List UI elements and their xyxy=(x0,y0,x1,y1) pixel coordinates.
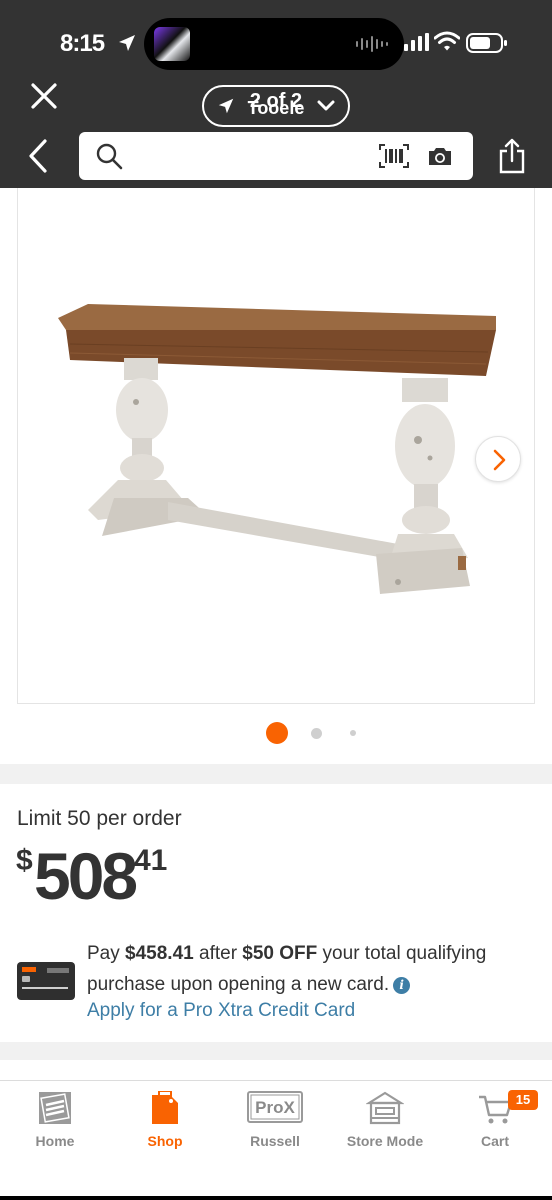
search-bar[interactable] xyxy=(79,132,473,180)
now-playing-artwork xyxy=(154,27,190,61)
product-page: 8:15 Tooele 2 of 2 Limit 50 per order $ … xyxy=(0,0,552,1200)
nav-store-mode[interactable]: Store Mode xyxy=(330,1081,440,1161)
price-dollars: 508 xyxy=(34,839,138,913)
chevron-left-icon[interactable] xyxy=(26,138,50,174)
camera-icon[interactable] xyxy=(427,145,453,167)
carousel-dot-active[interactable] xyxy=(266,722,288,744)
apply-credit-card-link[interactable]: Apply for a Pro Xtra Credit Card xyxy=(87,1000,355,1022)
nav-pro-xtra[interactable]: ProX Russell xyxy=(220,1081,330,1161)
audio-waveform-icon xyxy=(356,35,388,53)
chevron-right-icon xyxy=(493,449,506,471)
carousel-dot[interactable] xyxy=(311,728,322,739)
image-counter: 2 of 2 xyxy=(249,90,303,112)
share-icon[interactable] xyxy=(498,138,526,174)
store-location-pill[interactable]: Tooele 2 of 2 xyxy=(202,85,350,127)
search-icon[interactable] xyxy=(95,142,123,170)
pro-xtra-icon: ProX xyxy=(247,1091,303,1123)
close-icon[interactable] xyxy=(28,80,60,112)
carousel-pagination xyxy=(0,720,552,746)
credit-offer-text: Pay $458.41 after $50 OFF your total qua… xyxy=(87,943,487,995)
pill-text: Tooele 2 of 2 xyxy=(241,90,311,118)
barcode-scan-icon[interactable] xyxy=(379,144,409,168)
nav-pro-xtra-label: Russell xyxy=(250,1133,300,1149)
cart-count-badge: 15 xyxy=(508,1090,538,1110)
wifi-icon xyxy=(434,31,460,51)
cellular-signal-icon xyxy=(404,33,429,51)
offer-discount: $50 OFF xyxy=(242,943,318,964)
storefront-icon xyxy=(366,1091,404,1125)
nav-store-mode-label: Store Mode xyxy=(346,1133,424,1149)
price-currency: $ xyxy=(16,844,33,877)
nav-cart-label: Cart xyxy=(480,1133,509,1149)
shop-tag-icon xyxy=(152,1091,178,1124)
location-arrow-icon xyxy=(119,35,135,51)
dynamic-island[interactable] xyxy=(144,18,404,70)
status-time: 8:15 xyxy=(60,30,105,57)
info-icon[interactable]: i xyxy=(393,977,411,994)
console-table-product-photo[interactable] xyxy=(58,298,518,618)
offer-pay-amount: $458.41 xyxy=(125,943,194,964)
credit-card-image xyxy=(17,962,75,1000)
nav-shop-label: Shop xyxy=(147,1133,183,1149)
section-divider xyxy=(0,1042,552,1060)
search-input[interactable] xyxy=(133,140,383,172)
carousel-next-button[interactable] xyxy=(475,436,521,482)
home-depot-logo-icon xyxy=(39,1092,71,1124)
app-header: 8:15 Tooele 2 of 2 xyxy=(0,0,552,188)
order-limit-text: Limit 50 per order xyxy=(17,807,182,830)
bottom-nav: Home Shop ProX Russell Store Mode Cart xyxy=(0,1080,552,1200)
nav-home-label: Home xyxy=(35,1133,75,1149)
chevron-down-icon xyxy=(317,100,335,111)
carousel-dot[interactable] xyxy=(350,730,356,736)
nav-shop[interactable]: Shop xyxy=(110,1081,220,1161)
location-arrow-icon xyxy=(218,98,234,114)
battery-icon xyxy=(466,33,507,53)
home-indicator xyxy=(0,1196,552,1200)
product-image-card[interactable] xyxy=(17,188,535,704)
pro-xtra-icon-text: ProX xyxy=(255,1098,295,1117)
section-divider xyxy=(0,764,552,784)
price-cents: 41 xyxy=(134,844,168,877)
nav-home[interactable]: Home xyxy=(0,1081,110,1161)
